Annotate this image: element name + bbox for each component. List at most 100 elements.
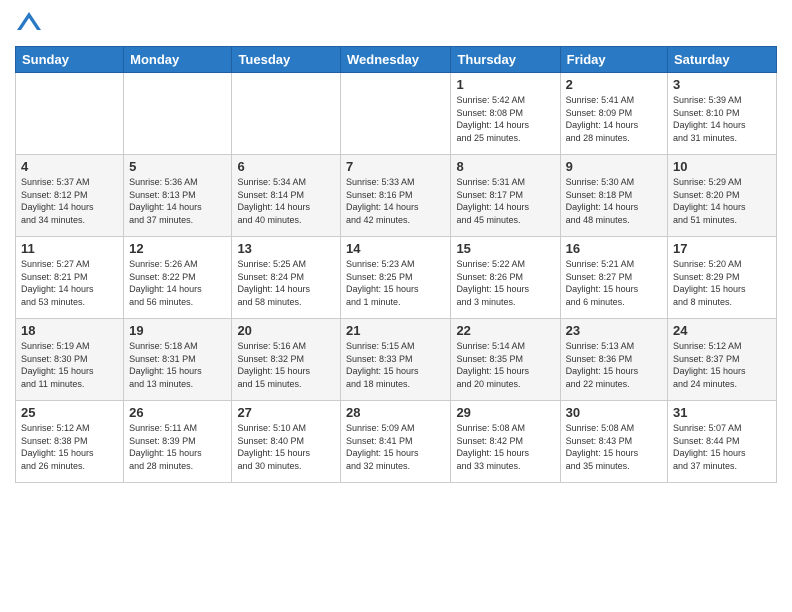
day-info: Sunrise: 5:25 AM Sunset: 8:24 PM Dayligh…	[237, 258, 335, 308]
col-header-tuesday: Tuesday	[232, 47, 341, 73]
day-cell: 29 Sunrise: 5:08 AM Sunset: 8:42 PM Dayli…	[451, 401, 560, 483]
day-info: Sunrise: 5:20 AM Sunset: 8:29 PM Dayligh…	[673, 258, 771, 308]
day-number: 3	[673, 77, 771, 92]
col-header-sunday: Sunday	[16, 47, 124, 73]
logo	[15, 10, 47, 38]
day-cell: 4 Sunrise: 5:37 AM Sunset: 8:12 PM Daylig…	[16, 155, 124, 237]
day-number: 5	[129, 159, 226, 174]
day-number: 6	[237, 159, 335, 174]
day-cell: 14 Sunrise: 5:23 AM Sunset: 8:25 PM Dayli…	[341, 237, 451, 319]
day-number: 19	[129, 323, 226, 338]
day-info: Sunrise: 5:08 AM Sunset: 8:43 PM Dayligh…	[566, 422, 662, 472]
day-cell: 5 Sunrise: 5:36 AM Sunset: 8:13 PM Daylig…	[124, 155, 232, 237]
day-info: Sunrise: 5:19 AM Sunset: 8:30 PM Dayligh…	[21, 340, 118, 390]
day-number: 4	[21, 159, 118, 174]
day-cell: 21 Sunrise: 5:15 AM Sunset: 8:33 PM Dayli…	[341, 319, 451, 401]
day-number: 15	[456, 241, 554, 256]
day-info: Sunrise: 5:33 AM Sunset: 8:16 PM Dayligh…	[346, 176, 445, 226]
day-info: Sunrise: 5:07 AM Sunset: 8:44 PM Dayligh…	[673, 422, 771, 472]
day-info: Sunrise: 5:27 AM Sunset: 8:21 PM Dayligh…	[21, 258, 118, 308]
week-row-4: 18 Sunrise: 5:19 AM Sunset: 8:30 PM Dayli…	[16, 319, 777, 401]
day-cell: 20 Sunrise: 5:16 AM Sunset: 8:32 PM Dayli…	[232, 319, 341, 401]
day-cell: 9 Sunrise: 5:30 AM Sunset: 8:18 PM Daylig…	[560, 155, 667, 237]
col-header-saturday: Saturday	[668, 47, 777, 73]
day-info: Sunrise: 5:29 AM Sunset: 8:20 PM Dayligh…	[673, 176, 771, 226]
day-number: 31	[673, 405, 771, 420]
day-number: 7	[346, 159, 445, 174]
day-cell: 2Sunrise: 5:41 AM Sunset: 8:09 PM Daylig…	[560, 73, 667, 155]
day-info: Sunrise: 5:42 AM Sunset: 8:08 PM Dayligh…	[456, 94, 554, 144]
day-cell: 16Sunrise: 5:21 AM Sunset: 8:27 PM Dayli…	[560, 237, 667, 319]
logo-icon	[15, 10, 43, 38]
day-info: Sunrise: 5:12 AM Sunset: 8:37 PM Dayligh…	[673, 340, 771, 390]
week-row-5: 25 Sunrise: 5:12 AM Sunset: 8:38 PM Dayli…	[16, 401, 777, 483]
day-cell: 18 Sunrise: 5:19 AM Sunset: 8:30 PM Dayli…	[16, 319, 124, 401]
day-number: 14	[346, 241, 445, 256]
day-cell: 22 Sunrise: 5:14 AM Sunset: 8:35 PM Dayli…	[451, 319, 560, 401]
day-info: Sunrise: 5:16 AM Sunset: 8:32 PM Dayligh…	[237, 340, 335, 390]
day-cell: 30 Sunrise: 5:08 AM Sunset: 8:43 PM Dayli…	[560, 401, 667, 483]
day-cell: 3Sunrise: 5:39 AM Sunset: 8:10 PM Daylig…	[668, 73, 777, 155]
day-info: Sunrise: 5:26 AM Sunset: 8:22 PM Dayligh…	[129, 258, 226, 308]
day-number: 23	[566, 323, 662, 338]
week-row-2: 4 Sunrise: 5:37 AM Sunset: 8:12 PM Daylig…	[16, 155, 777, 237]
col-header-monday: Monday	[124, 47, 232, 73]
day-number: 26	[129, 405, 226, 420]
day-cell: 27Sunrise: 5:10 AM Sunset: 8:40 PM Dayli…	[232, 401, 341, 483]
week-row-1: 1 Sunrise: 5:42 AM Sunset: 8:08 PM Daylig…	[16, 73, 777, 155]
day-info: Sunrise: 5:30 AM Sunset: 8:18 PM Dayligh…	[566, 176, 662, 226]
header	[15, 10, 777, 38]
day-cell	[232, 73, 341, 155]
day-info: Sunrise: 5:36 AM Sunset: 8:13 PM Dayligh…	[129, 176, 226, 226]
day-number: 21	[346, 323, 445, 338]
day-cell: 13Sunrise: 5:25 AM Sunset: 8:24 PM Dayli…	[232, 237, 341, 319]
day-number: 24	[673, 323, 771, 338]
day-info: Sunrise: 5:12 AM Sunset: 8:38 PM Dayligh…	[21, 422, 118, 472]
day-cell: 25 Sunrise: 5:12 AM Sunset: 8:38 PM Dayli…	[16, 401, 124, 483]
day-info: Sunrise: 5:08 AM Sunset: 8:42 PM Dayligh…	[456, 422, 554, 472]
day-cell: 1 Sunrise: 5:42 AM Sunset: 8:08 PM Daylig…	[451, 73, 560, 155]
day-info: Sunrise: 5:34 AM Sunset: 8:14 PM Dayligh…	[237, 176, 335, 226]
day-info: Sunrise: 5:18 AM Sunset: 8:31 PM Dayligh…	[129, 340, 226, 390]
day-cell: 11 Sunrise: 5:27 AM Sunset: 8:21 PM Dayli…	[16, 237, 124, 319]
day-info: Sunrise: 5:09 AM Sunset: 8:41 PM Dayligh…	[346, 422, 445, 472]
day-cell: 24 Sunrise: 5:12 AM Sunset: 8:37 PM Dayli…	[668, 319, 777, 401]
day-cell	[341, 73, 451, 155]
day-cell: 6 Sunrise: 5:34 AM Sunset: 8:14 PM Daylig…	[232, 155, 341, 237]
day-info: Sunrise: 5:41 AM Sunset: 8:09 PM Dayligh…	[566, 94, 662, 144]
day-info: Sunrise: 5:10 AM Sunset: 8:40 PM Dayligh…	[237, 422, 335, 472]
day-cell: 12 Sunrise: 5:26 AM Sunset: 8:22 PM Dayli…	[124, 237, 232, 319]
day-number: 10	[673, 159, 771, 174]
day-number: 11	[21, 241, 118, 256]
day-number: 25	[21, 405, 118, 420]
day-cell: 17Sunrise: 5:20 AM Sunset: 8:29 PM Dayli…	[668, 237, 777, 319]
page: SundayMondayTuesdayWednesdayThursdayFrid…	[0, 0, 792, 612]
col-header-wednesday: Wednesday	[341, 47, 451, 73]
day-info: Sunrise: 5:15 AM Sunset: 8:33 PM Dayligh…	[346, 340, 445, 390]
day-info: Sunrise: 5:37 AM Sunset: 8:12 PM Dayligh…	[21, 176, 118, 226]
day-cell: 8Sunrise: 5:31 AM Sunset: 8:17 PM Daylig…	[451, 155, 560, 237]
day-info: Sunrise: 5:13 AM Sunset: 8:36 PM Dayligh…	[566, 340, 662, 390]
day-number: 8	[456, 159, 554, 174]
day-info: Sunrise: 5:23 AM Sunset: 8:25 PM Dayligh…	[346, 258, 445, 308]
col-header-thursday: Thursday	[451, 47, 560, 73]
day-number: 20	[237, 323, 335, 338]
day-number: 12	[129, 241, 226, 256]
day-number: 29	[456, 405, 554, 420]
day-cell: 19 Sunrise: 5:18 AM Sunset: 8:31 PM Dayli…	[124, 319, 232, 401]
day-number: 1	[456, 77, 554, 92]
calendar: SundayMondayTuesdayWednesdayThursdayFrid…	[15, 46, 777, 483]
day-cell	[16, 73, 124, 155]
day-cell: 10 Sunrise: 5:29 AM Sunset: 8:20 PM Dayli…	[668, 155, 777, 237]
day-number: 30	[566, 405, 662, 420]
day-info: Sunrise: 5:14 AM Sunset: 8:35 PM Dayligh…	[456, 340, 554, 390]
day-info: Sunrise: 5:21 AM Sunset: 8:27 PM Dayligh…	[566, 258, 662, 308]
day-number: 18	[21, 323, 118, 338]
day-number: 22	[456, 323, 554, 338]
day-cell: 28Sunrise: 5:09 AM Sunset: 8:41 PM Dayli…	[341, 401, 451, 483]
week-row-3: 11 Sunrise: 5:27 AM Sunset: 8:21 PM Dayli…	[16, 237, 777, 319]
day-cell: 15 Sunrise: 5:22 AM Sunset: 8:26 PM Dayli…	[451, 237, 560, 319]
day-info: Sunrise: 5:22 AM Sunset: 8:26 PM Dayligh…	[456, 258, 554, 308]
day-number: 9	[566, 159, 662, 174]
day-cell: 26Sunrise: 5:11 AM Sunset: 8:39 PM Dayli…	[124, 401, 232, 483]
